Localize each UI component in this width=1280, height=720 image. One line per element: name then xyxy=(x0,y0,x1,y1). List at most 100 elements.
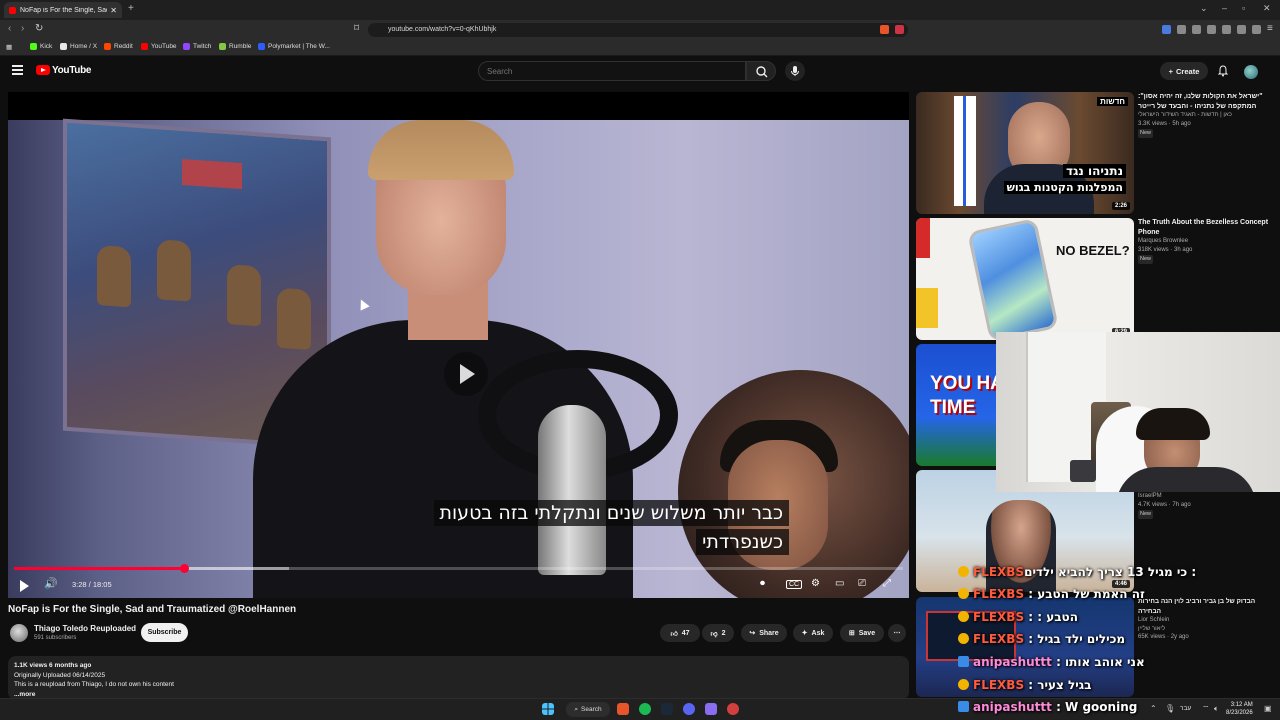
leo-icon[interactable] xyxy=(1237,25,1246,34)
recommended-video-thumbnail[interactable]: חדשות נתניהו נגד המפלגות הקטנות בגוש 2:2… xyxy=(916,92,1134,214)
chevron-down-icon[interactable]: ⌄ xyxy=(1200,3,1208,14)
back-icon[interactable]: ‹ xyxy=(8,23,11,34)
taskbar-search[interactable]: ⌕ Search xyxy=(566,702,610,717)
reload-icon[interactable]: ↻ xyxy=(35,23,43,34)
sidebar-icon[interactable] xyxy=(1207,25,1216,34)
chat-text: זה האמת של הטבע xyxy=(1037,587,1145,601)
recommended-video-title: הבדוק של בן גביר ורביב לוין הנה בחירות ה… xyxy=(1138,598,1256,615)
save-button[interactable]: ⊞ Save xyxy=(840,624,884,642)
browser-tab[interactable]: NoFap is For the Single, Sad and Traumat… xyxy=(4,2,122,18)
spotify-icon[interactable] xyxy=(639,703,651,715)
close-tab-icon[interactable]: ✕ xyxy=(110,6,117,15)
mic-tray-icon[interactable]: 🎙︎ xyxy=(1165,704,1175,713)
discord-icon[interactable] xyxy=(683,703,695,715)
chat-text: אני אוהב אותו xyxy=(1065,655,1145,669)
input-language[interactable]: עבר xyxy=(1180,705,1191,712)
wallet-icon[interactable] xyxy=(1222,25,1231,34)
bookmark-item[interactable]: Kick xyxy=(30,43,52,50)
streamer-webcam-overlay xyxy=(996,332,1280,492)
account-avatar[interactable] xyxy=(1244,65,1258,79)
steam-icon[interactable] xyxy=(661,703,673,715)
video-player[interactable]: כבר יותר משלוש שנים ונתקלתי בזה בטעות כש… xyxy=(8,92,909,598)
subscribe-button[interactable]: Subscribe xyxy=(141,623,188,642)
maximize-icon[interactable]: ▫ xyxy=(1242,3,1245,13)
search-input[interactable] xyxy=(478,61,746,81)
x-icon xyxy=(60,43,67,50)
brave-rewards-icon[interactable] xyxy=(895,25,904,34)
autoplay-toggle-icon[interactable]: ⏺ xyxy=(760,578,765,589)
search-button[interactable] xyxy=(746,61,776,81)
browser-tab-title: NoFap is For the Single, Sad and Traumat… xyxy=(20,6,107,14)
bookmark-item[interactable]: Reddit xyxy=(104,43,133,50)
upload-age: 3h ago xyxy=(1174,246,1193,253)
new-tab-icon[interactable]: + xyxy=(128,3,134,14)
dislike-button[interactable]: 👎︎ 2 xyxy=(702,624,734,642)
channel-avatar[interactable] xyxy=(10,624,28,642)
chat-text: כי מגיל 13 צריך להביא ילדים xyxy=(1024,565,1188,579)
volume-icon[interactable]: 🔊 xyxy=(44,577,58,590)
bookmark-label: Rumble xyxy=(229,43,252,50)
address-bar[interactable]: youtube.com/watch?v=0-qKhUbhjk xyxy=(368,23,908,37)
apps-icon[interactable]: ▦ xyxy=(6,43,12,51)
subscriber-count: 591 subscribers xyxy=(34,635,77,641)
desk-object xyxy=(1070,460,1096,482)
hamburger-menu-icon[interactable] xyxy=(12,65,23,75)
share-button[interactable]: ↪ Share xyxy=(741,624,787,642)
extension-icon[interactable] xyxy=(1162,25,1171,34)
recommended-video-meta[interactable]: הבדוק של בן גביר ורביב לוין הנה בחירות ה… xyxy=(1138,597,1276,642)
create-button[interactable]: + Create xyxy=(1160,62,1208,80)
fullscreen-icon[interactable]: ⤢ xyxy=(883,578,891,589)
app-icon[interactable] xyxy=(705,703,717,715)
recommended-video-meta[interactable]: IsraelPM 4.7K views · 7h ago New xyxy=(1138,492,1276,519)
more-actions-button[interactable]: ⋯ xyxy=(888,624,906,642)
bookmark-item[interactable]: Rumble xyxy=(219,43,251,50)
brave-icon[interactable] xyxy=(617,703,629,715)
youtube-favicon-icon xyxy=(9,6,16,14)
media-icon[interactable] xyxy=(1192,25,1201,34)
vpn-icon[interactable] xyxy=(1252,25,1261,34)
bookmark-item[interactable]: Twitch xyxy=(183,43,211,50)
windows-start-icon[interactable] xyxy=(542,703,554,715)
search-icon: ⌕ xyxy=(574,705,579,713)
upload-age: 2y ago xyxy=(1170,634,1189,640)
big-play-icon[interactable] xyxy=(444,352,488,396)
close-window-icon[interactable]: ✕ xyxy=(1263,3,1271,14)
forward-icon[interactable]: › xyxy=(21,23,24,34)
youtube-logo-icon[interactable] xyxy=(36,65,50,75)
speaker-hair xyxy=(368,120,514,180)
wifi-icon[interactable]: ⌔ xyxy=(1202,704,1210,714)
extension-icon[interactable] xyxy=(1177,25,1186,34)
play-icon[interactable] xyxy=(20,580,29,592)
video-duration: 2:26 xyxy=(1111,202,1130,210)
captions-icon[interactable]: CC xyxy=(786,580,803,589)
like-button[interactable]: 👍︎ 47 xyxy=(660,624,700,642)
bookmark-item[interactable]: Home / X xyxy=(60,43,97,50)
youtube-brand[interactable]: YouTube xyxy=(52,65,92,76)
bookmark-item[interactable]: Polymarket | The W... xyxy=(258,43,330,50)
recommended-channel: כאן | חדשות - תאגיד השידור הישראלי xyxy=(1138,112,1232,118)
notifications-bell-icon[interactable] xyxy=(1217,65,1229,77)
chat-badge-icon xyxy=(958,566,969,577)
miniplayer-icon[interactable]: ▭ xyxy=(835,578,844,589)
recommended-video-thumbnail[interactable]: NO BEZEL? 6:29 xyxy=(916,218,1134,340)
chat-message: anipashuttt : W gooning xyxy=(958,700,1137,714)
description-box[interactable]: 1.1K views 6 months ago Originally Uploa… xyxy=(8,656,909,700)
ask-button[interactable]: ✦ Ask xyxy=(793,624,833,642)
bookmark-page-icon[interactable]: ⌑ xyxy=(354,23,359,34)
recommended-video-meta[interactable]: The Truth About the Bezelless Concept Ph… xyxy=(1138,218,1276,264)
chevron-up-icon[interactable]: ⌃ xyxy=(1150,704,1157,713)
menu-icon[interactable]: ≡ xyxy=(1267,23,1273,34)
channel-name[interactable]: Thiago Toledo Reuploaded xyxy=(34,624,136,633)
cast-icon[interactable]: ⎚ xyxy=(858,578,866,589)
speaker-icon[interactable]: 🔈︎ xyxy=(1214,704,1219,714)
notification-icon[interactable]: ▣ xyxy=(1264,704,1272,713)
system-clock[interactable]: 3:12 AM 8/23/2026 xyxy=(1226,702,1253,717)
settings-gear-icon[interactable]: ⚙ xyxy=(811,578,820,589)
obs-icon[interactable] xyxy=(727,703,739,715)
recommended-video-meta[interactable]: "ישראל את הקולות שלנו, זה יהיה אסון": המ… xyxy=(1138,92,1276,138)
minimize-icon[interactable]: – xyxy=(1222,3,1227,13)
brave-shield-icon[interactable] xyxy=(880,25,889,34)
voice-search-button[interactable] xyxy=(785,61,805,81)
bookmark-item[interactable]: YouTube xyxy=(141,43,177,50)
progress-bar[interactable] xyxy=(14,564,903,573)
